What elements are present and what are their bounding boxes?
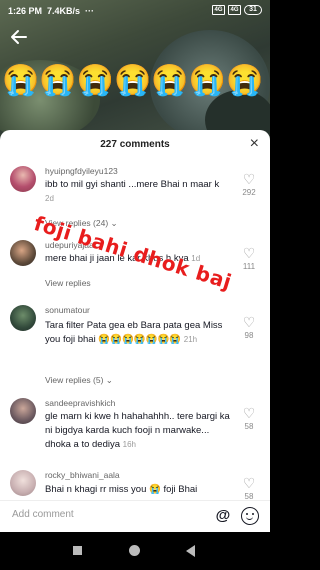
avatar[interactable]	[10, 305, 36, 331]
like-count: 58	[244, 422, 254, 431]
comment-username[interactable]: rocky_bhiwani_aala	[45, 470, 120, 480]
comment-text: gle marn ki kwe h hahahahhh.. tere bargi…	[45, 411, 230, 450]
comment-time: 16h	[122, 440, 137, 449]
comment-time: 21h	[183, 335, 198, 344]
heart-icon: ♡	[242, 475, 256, 491]
comment-username[interactable]: sonumatour	[45, 305, 90, 315]
comment-time: 2d	[45, 194, 54, 203]
mention-icon[interactable]: @	[214, 507, 232, 525]
like-button[interactable]: ♡ 292	[237, 172, 261, 197]
comment-text: ibb to mil gyi shanti ...mere Bhai n maa…	[45, 179, 220, 203]
comment-username[interactable]: hyuipngfdyileyu123	[45, 166, 118, 176]
home-icon[interactable]	[129, 545, 140, 556]
like-count: 111	[242, 262, 256, 271]
signal-icon: 4G	[228, 5, 241, 15]
recents-icon[interactable]	[73, 546, 82, 555]
status-bar: 1:26 PM 7.4KB/s ··· 4G 4G 31	[0, 0, 270, 22]
heart-icon: ♡	[242, 245, 256, 261]
view-replies-link[interactable]: View replies (5) ⌄	[45, 375, 113, 386]
status-time: 1:26 PM	[8, 6, 43, 16]
like-count: 292	[242, 188, 256, 197]
like-count: 98	[244, 331, 254, 340]
avatar[interactable]	[10, 470, 36, 496]
system-navigation-bar	[0, 532, 270, 570]
comment-text: Tara filter Pata gea eb Bara pata gea Mi…	[45, 320, 223, 345]
add-comment-bar: Add comment @	[0, 500, 270, 532]
signal-icon: 4G	[212, 5, 225, 15]
like-button[interactable]: ♡ 58	[237, 406, 261, 431]
avatar[interactable]	[10, 398, 36, 424]
emoji-icon[interactable]	[241, 507, 259, 525]
comments-count-title: 227 comments	[100, 139, 170, 150]
add-comment-input[interactable]: Add comment	[12, 509, 74, 520]
back-icon[interactable]	[186, 545, 195, 557]
more-notifications-icon: ···	[85, 6, 95, 16]
back-arrow-icon[interactable]	[10, 28, 30, 48]
emoji-overlay-row: 😭😭😭😭😭😭😭	[2, 64, 264, 97]
network-speed: 7.4KB/s	[47, 6, 81, 16]
heart-icon: ♡	[242, 171, 256, 187]
like-button[interactable]: ♡ 111	[237, 246, 261, 271]
comments-header: 227 comments ×	[0, 130, 270, 160]
comments-sheet: 227 comments × hyuipngfdyileyu123 ibb to…	[0, 130, 270, 540]
heart-icon: ♡	[242, 314, 256, 330]
avatar[interactable]	[10, 166, 36, 192]
avatar[interactable]	[10, 240, 36, 266]
heart-icon: ♡	[242, 405, 256, 421]
comment-username[interactable]: sandeepravishkich	[45, 398, 115, 408]
comment-text: Bhai n khagi rr miss you 😭 foji Bhai	[45, 484, 198, 495]
battery-icon: 31	[244, 5, 262, 15]
like-button[interactable]: ♡ 98	[237, 315, 261, 340]
like-button[interactable]: ♡ 58	[237, 476, 261, 501]
view-replies-link[interactable]: View replies	[45, 278, 91, 288]
close-icon[interactable]: ×	[250, 136, 259, 152]
